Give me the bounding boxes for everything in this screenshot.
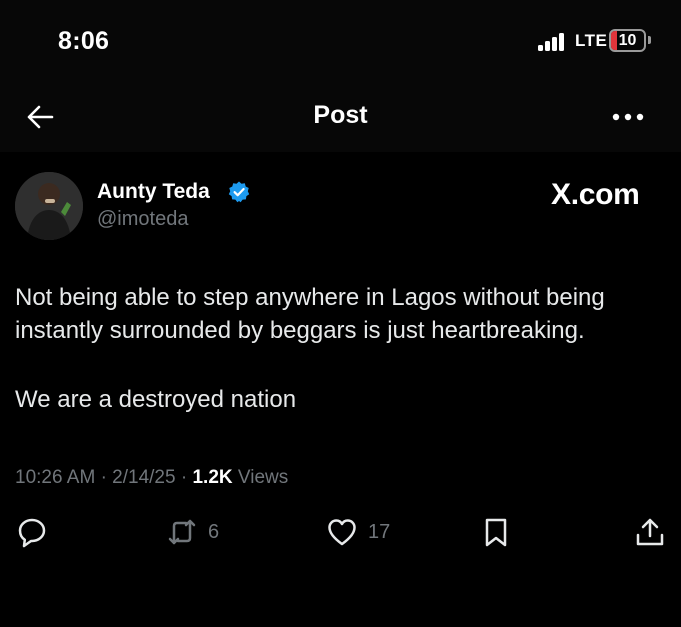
share-button[interactable]: [634, 514, 666, 550]
verified-badge-icon: [228, 181, 250, 203]
repost-icon: [168, 519, 196, 545]
action-bar: 6 17: [0, 514, 681, 554]
post-text: Not being able to step anywhere in Lagos…: [15, 281, 675, 416]
top-nav: Post: [0, 82, 681, 152]
post-date[interactable]: 2/14/25: [112, 467, 175, 488]
reply-button[interactable]: [16, 514, 48, 550]
post-paragraph: We are a destroyed nation: [15, 386, 297, 413]
post-paragraph: Not being able to step anywhere in Lagos…: [15, 284, 605, 344]
status-time: 8:06: [58, 27, 110, 55]
site-label: X.com: [551, 178, 640, 211]
meta-separator: ·: [100, 467, 107, 488]
status-bar: 8:06 LTE 10: [0, 0, 681, 82]
repost-button[interactable]: 6: [166, 514, 219, 550]
author-handle[interactable]: @imoteda: [97, 208, 188, 231]
like-button[interactable]: 17: [326, 514, 390, 550]
share-icon: [636, 518, 664, 546]
repost-count: 6: [208, 520, 220, 543]
bookmark-button[interactable]: [480, 514, 512, 550]
battery-icon: 10: [609, 29, 646, 52]
avatar-photo: [15, 172, 83, 240]
heart-icon: [328, 519, 356, 546]
author-name[interactable]: Aunty Teda: [97, 180, 210, 204]
signal-icon: [538, 33, 570, 51]
arrow-left-icon[interactable]: [24, 101, 56, 133]
battery-level: 10: [618, 32, 637, 49]
post-meta: 10:26 AM · 2/14/25 · 1.2K Views: [15, 467, 288, 489]
battery-tip: [648, 36, 651, 44]
more-horizontal-icon[interactable]: [610, 108, 646, 126]
views-label: Views: [237, 467, 289, 488]
views-count: 1.2K: [192, 467, 233, 488]
post-page: 8:06 LTE 10 Post Aunty Teda @imoteda X.c…: [0, 0, 681, 627]
network-label: LTE: [575, 31, 608, 50]
like-count: 17: [368, 520, 391, 543]
reply-icon: [18, 518, 46, 548]
meta-separator: ·: [180, 467, 188, 488]
avatar[interactable]: [15, 172, 83, 240]
post-time[interactable]: 10:26 AM: [15, 467, 95, 488]
page-title: Post: [313, 101, 368, 129]
bookmark-icon: [485, 518, 507, 547]
